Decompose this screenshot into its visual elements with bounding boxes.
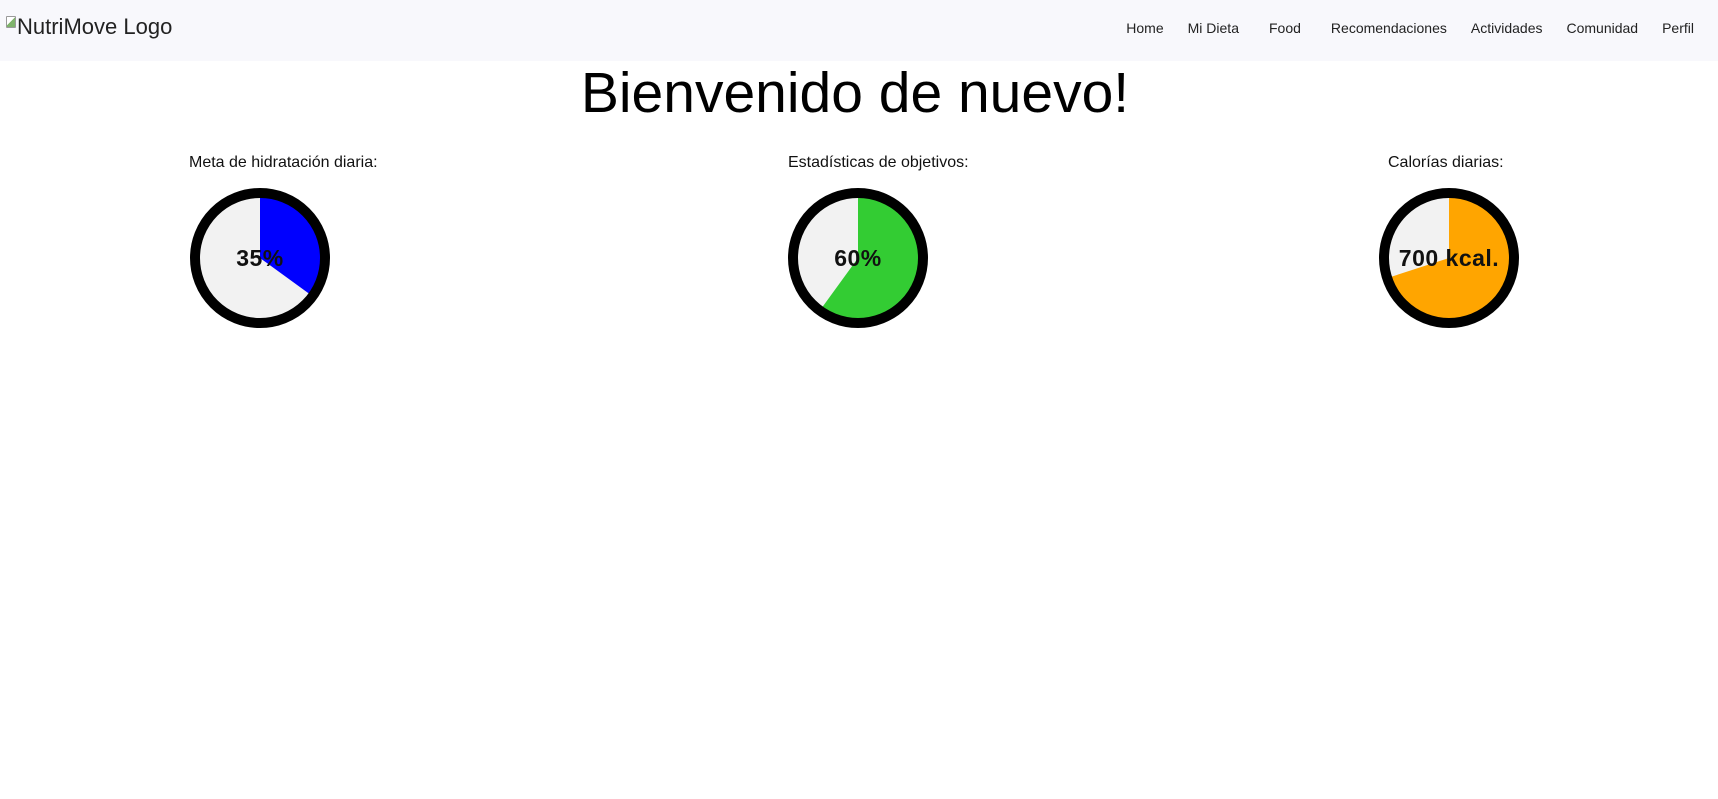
- calories-label: Calorías diarias:: [1388, 154, 1504, 171]
- hydration-value: 35%: [236, 244, 284, 271]
- logo-alt-text: NutriMove Logo: [17, 14, 173, 39]
- logo[interactable]: NutriMove Logo: [6, 14, 172, 40]
- main-nav: Home Mi Dieta Food Recomendaciones Activ…: [1114, 0, 1718, 56]
- objectives-value: 60%: [834, 244, 882, 271]
- page-title: Bienvenido de nuevo!: [580, 61, 1130, 125]
- calories-gauge: 700 kcal.: [1379, 188, 1519, 328]
- objectives-label: Estadísticas de objetivos:: [788, 154, 969, 171]
- nav-perfil[interactable]: Perfil: [1650, 20, 1706, 36]
- objectives-gauge: 60%: [788, 188, 928, 328]
- hydration-gauge: 35%: [190, 188, 330, 328]
- calories-value: 700 kcal.: [1398, 244, 1500, 271]
- nav-actividades[interactable]: Actividades: [1459, 20, 1555, 36]
- broken-image-icon: [6, 16, 16, 28]
- hydration-label: Meta de hidratación diaria:: [189, 154, 378, 171]
- nav-food[interactable]: Food: [1257, 20, 1313, 36]
- nav-home[interactable]: Home: [1114, 20, 1175, 36]
- nav-mi-dieta[interactable]: Mi Dieta: [1176, 20, 1251, 36]
- navbar: NutriMove Logo Home Mi Dieta Food Recome…: [0, 0, 1718, 61]
- nav-recomendaciones[interactable]: Recomendaciones: [1319, 20, 1459, 36]
- nav-comunidad[interactable]: Comunidad: [1554, 20, 1650, 36]
